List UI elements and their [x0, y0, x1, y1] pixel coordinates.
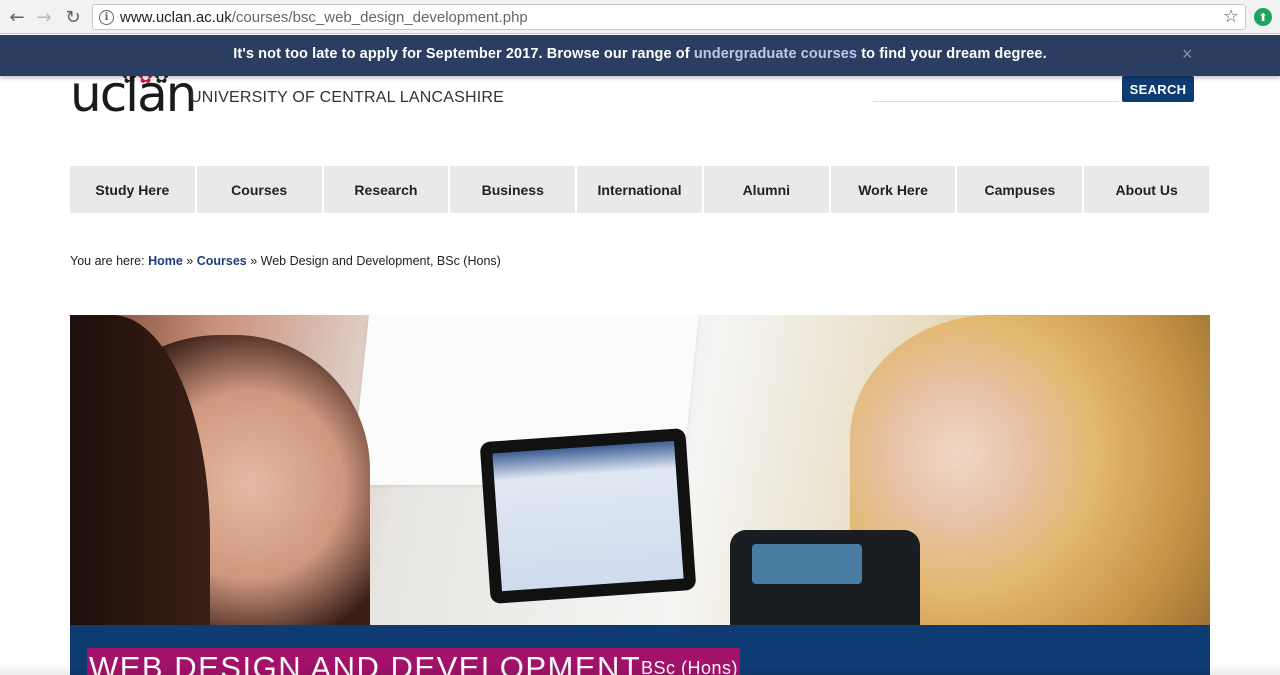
course-title-bar: WEB DESIGN AND DEVELOPMENT BSc (Hons) [70, 625, 1210, 675]
uclan-logo[interactable]: uclan [70, 69, 197, 119]
browser-toolbar: ← → ↻ i www.uclan.ac.uk/courses/bsc_web_… [0, 0, 1280, 34]
nav-item-alumni[interactable]: Alumni [703, 166, 831, 213]
breadcrumb: You are here: Home » Courses » Web Desig… [70, 254, 501, 268]
breadcrumb-separator: » [246, 254, 261, 268]
hero-tablet [479, 428, 697, 604]
url-path: /courses/bsc_web_design_development.php [231, 9, 528, 26]
address-bar[interactable]: i www.uclan.ac.uk/courses/bsc_web_design… [92, 4, 1246, 30]
course-title: WEB DESIGN AND DEVELOPMENT [87, 648, 648, 675]
university-name: UNIVERSITY OF CENTRAL LANCASHIRE [190, 89, 505, 106]
back-arrow-icon[interactable]: ← [6, 6, 28, 28]
info-icon[interactable]: i [99, 10, 114, 25]
course-award: BSc (Hons) [639, 648, 741, 675]
breadcrumb-prefix: You are here: [70, 254, 149, 268]
hero-device-screen [752, 544, 862, 584]
reload-icon[interactable]: ↻ [62, 6, 84, 28]
undergraduate-courses-link[interactable]: undergraduate courses [694, 46, 857, 62]
breadcrumb-current: Web Design and Development, BSc (Hons) [260, 254, 501, 268]
nav-item-work-here[interactable]: Work Here [830, 166, 958, 213]
breadcrumb-separator: » [182, 254, 197, 268]
notice-banner: It's not too late to apply for September… [0, 35, 1280, 76]
nav-item-business[interactable]: Business [450, 166, 578, 213]
forward-arrow-icon[interactable]: → [33, 6, 55, 28]
nav-item-courses[interactable]: Courses [196, 166, 324, 213]
breadcrumb-courses-link[interactable]: Courses [197, 254, 247, 268]
main-navigation: Study Here Courses Research Business Int… [70, 166, 1210, 213]
nav-item-international[interactable]: International [577, 166, 704, 213]
search-button[interactable]: SEARCH [1122, 76, 1194, 102]
banner-text-before: It's not too late to apply for September… [233, 46, 694, 62]
url-text[interactable]: www.uclan.ac.uk/courses/bsc_web_design_d… [120, 9, 528, 26]
breadcrumb-home-link[interactable]: Home [148, 254, 183, 268]
banner-text-after: to find your dream degree. [857, 46, 1047, 62]
hero-tablet-screen [492, 440, 684, 592]
extension-update-icon[interactable]: ⬆ [1254, 8, 1272, 26]
bookmark-star-icon[interactable]: ☆ [1223, 6, 1239, 27]
search-input[interactable] [873, 76, 1119, 102]
nav-item-study-here[interactable]: Study Here [70, 166, 197, 213]
url-host: www.uclan.ac.uk [120, 9, 232, 26]
nav-item-research[interactable]: Research [323, 166, 451, 213]
banner-close-icon[interactable]: × [1182, 35, 1193, 74]
hero-device [730, 530, 920, 625]
hero-image [70, 315, 1210, 625]
nav-item-campuses[interactable]: Campuses [957, 166, 1085, 213]
nav-item-about-us[interactable]: About Us [1084, 166, 1210, 213]
